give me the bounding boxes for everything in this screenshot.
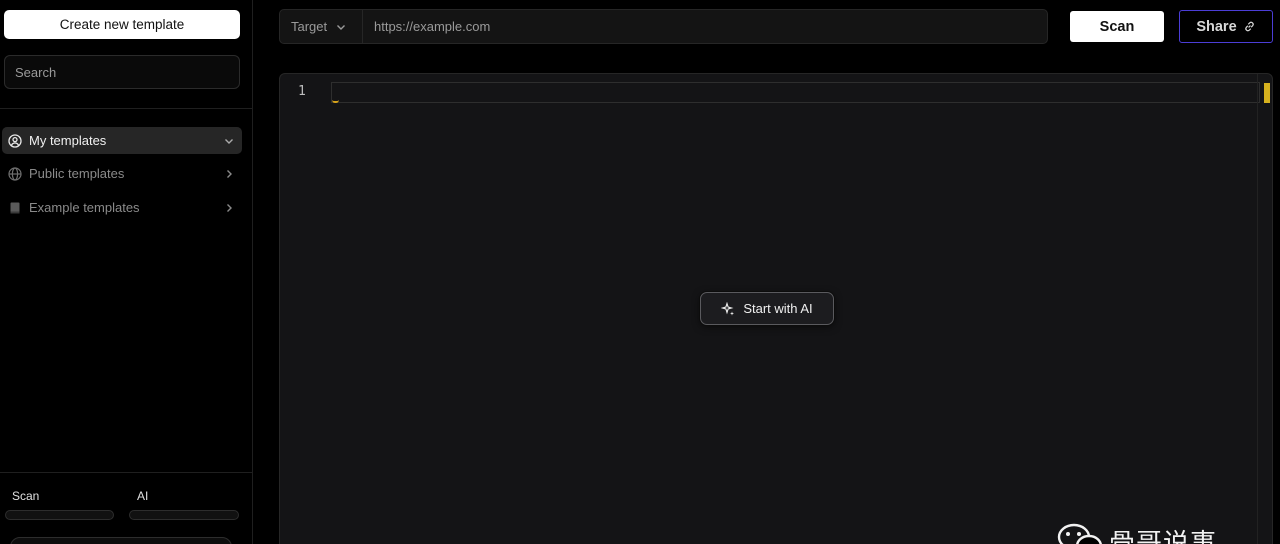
- sidebar-item-label: My templates: [29, 133, 107, 148]
- chevron-down-icon: [335, 21, 347, 33]
- wechat-icon: [1057, 522, 1103, 544]
- divider: [0, 108, 253, 109]
- watermark: 骨哥说事: [1057, 522, 1217, 544]
- scan-usage-label: Scan: [12, 489, 40, 503]
- scrollbar-marker: [1264, 83, 1270, 103]
- scan-usage-bar: [5, 510, 114, 520]
- sidebar-item-label: Example templates: [29, 200, 140, 215]
- target-label: Target: [291, 19, 328, 34]
- sidebar-item-my-templates[interactable]: My templates: [2, 127, 242, 154]
- user-circle-icon: [8, 133, 22, 148]
- ai-usage-label: AI: [137, 489, 149, 503]
- start-with-ai-button[interactable]: Start with AI: [700, 292, 834, 325]
- editor-scrollbar[interactable]: [1257, 74, 1258, 544]
- search-input[interactable]: [4, 55, 240, 89]
- create-template-button[interactable]: Create new template: [4, 10, 240, 39]
- sidebar-item-example-templates[interactable]: Example templates: [2, 194, 242, 221]
- scan-button[interactable]: Scan: [1070, 11, 1164, 42]
- book-icon: [8, 201, 22, 215]
- divider: [0, 472, 253, 473]
- start-with-ai-label: Start with AI: [743, 301, 813, 316]
- sidebar-item-public-templates[interactable]: Public templates: [2, 160, 242, 187]
- chevron-down-icon: [222, 134, 236, 148]
- chevron-right-icon: [222, 167, 236, 181]
- target-bar: Target: [279, 9, 1048, 44]
- sidebar-item-label: Public templates: [29, 166, 125, 181]
- account-button[interactable]: [10, 537, 232, 544]
- current-line-highlight: [331, 82, 1260, 103]
- sparkle-icon: [721, 301, 735, 316]
- globe-icon: [8, 166, 22, 181]
- line-number: 1: [298, 84, 306, 99]
- share-label: Share: [1196, 18, 1237, 35]
- watermark-text: 骨哥说事: [1109, 528, 1218, 544]
- link-icon: [1243, 20, 1256, 33]
- target-dropdown[interactable]: Target: [280, 10, 363, 43]
- target-url-input[interactable]: [363, 10, 1047, 43]
- share-button[interactable]: Share: [1179, 10, 1273, 43]
- sidebar: Create new template My templates Public …: [0, 0, 253, 544]
- ai-usage-bar: [129, 510, 239, 520]
- chevron-right-icon: [222, 201, 236, 215]
